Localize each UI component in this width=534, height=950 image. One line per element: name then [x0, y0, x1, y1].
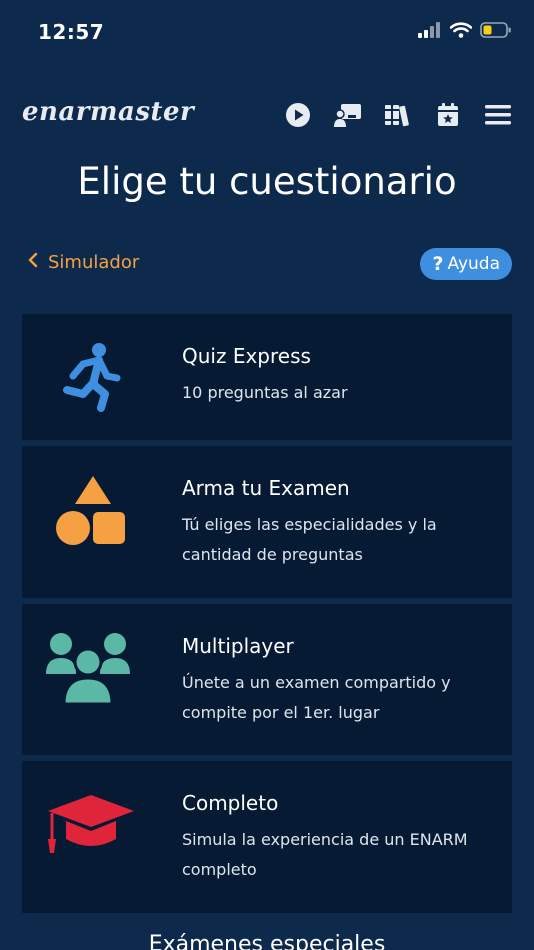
shapes-icon: [46, 476, 136, 546]
chevron-left-icon: [28, 252, 38, 273]
graduation-cap-icon: [46, 793, 136, 857]
help-button-label: Ayuda: [447, 254, 500, 274]
question-mark-icon: ?: [432, 253, 444, 275]
quiz-card-desc-line1: Tú eliges las especialidades y la: [182, 515, 437, 534]
quiz-card-desc-line1: Simula la experiencia de un ENARM: [182, 830, 468, 849]
quiz-card-desc-line1: Únete a un examen compartido y: [182, 673, 451, 692]
page-title: Elige tu cuestionario: [77, 160, 457, 203]
quiz-card-desc: 10 preguntas al azar: [182, 383, 348, 402]
quiz-card-multiplayer[interactable]: Multiplayer Únete a un examen compartido…: [22, 604, 512, 755]
quiz-card-desc-line2: cantidad de preguntas: [182, 545, 363, 564]
quiz-card-title: Quiz Express: [182, 344, 311, 368]
back-link-label: Simulador: [48, 252, 140, 273]
wifi-icon: [449, 22, 473, 42]
quiz-list: Quiz Express 10 preguntas al azar Arma t…: [22, 314, 512, 919]
menu-icon[interactable]: [484, 101, 512, 129]
quiz-card-arma-tu-examen[interactable]: Arma tu Examen Tú eliges las especialida…: [22, 446, 512, 598]
status-icons: [418, 22, 512, 42]
battery-icon: [480, 22, 512, 42]
quiz-card-express[interactable]: Quiz Express 10 preguntas al azar: [22, 314, 512, 440]
quiz-card-desc-line2: completo: [182, 860, 257, 879]
group-icon: [46, 632, 136, 704]
section-title-special-exams: Exámenes especiales: [148, 932, 386, 950]
quiz-card-title: Completo: [182, 791, 279, 815]
status-bar: 12:57: [0, 0, 534, 62]
running-person-icon: [46, 342, 136, 412]
calendar-star-icon[interactable]: [434, 101, 462, 129]
quiz-card-title: Arma tu Examen: [182, 476, 350, 500]
status-time: 12:57: [38, 20, 105, 44]
app-header: enarmaster: [0, 95, 534, 141]
signal-icon: [418, 22, 442, 42]
play-icon[interactable]: [284, 101, 312, 129]
help-button[interactable]: ? Ayuda: [420, 248, 512, 280]
back-to-simulador-link[interactable]: Simulador: [28, 252, 139, 273]
quiz-card-title: Multiplayer: [182, 634, 294, 658]
quiz-card-completo[interactable]: Completo Simula la experiencia de un ENA…: [22, 761, 512, 913]
app-logo[interactable]: enarmaster: [22, 97, 194, 127]
presentation-icon[interactable]: [334, 101, 362, 129]
quiz-card-desc-line2: compite por el 1er. lugar: [182, 703, 380, 722]
library-icon[interactable]: [384, 101, 412, 129]
header-nav: [284, 101, 512, 129]
